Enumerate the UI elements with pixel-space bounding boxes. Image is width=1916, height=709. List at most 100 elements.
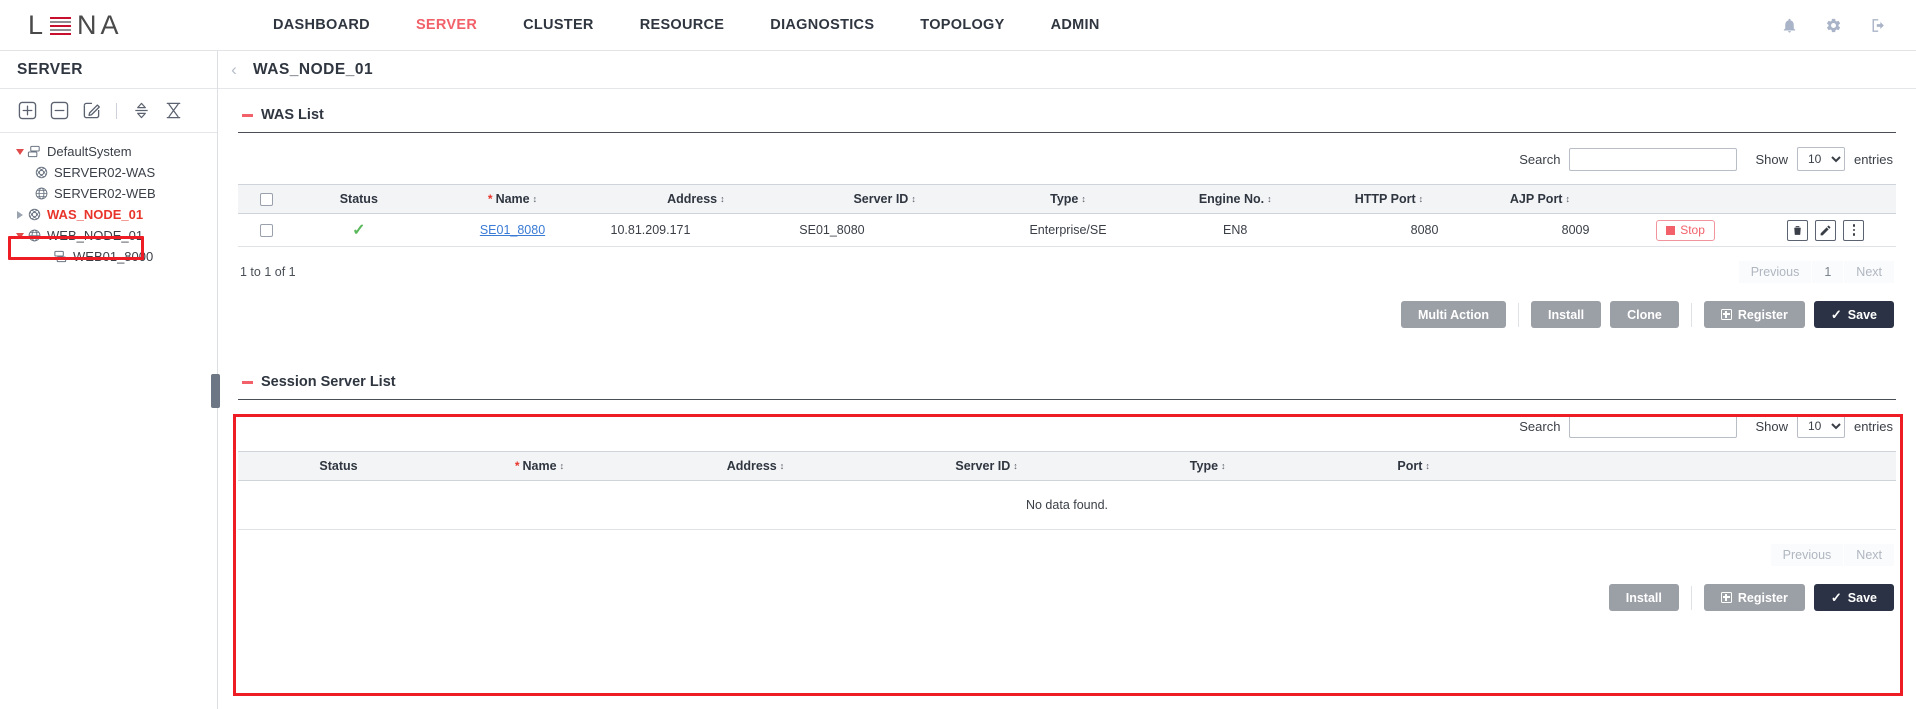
header-name-label: Name [523, 459, 557, 473]
was-pagination: Previous 1 Next [1738, 261, 1894, 283]
clone-button[interactable]: Clone [1610, 301, 1679, 328]
logo-letter-a: A [101, 12, 120, 39]
content-area: WAS List Search Show 10 25 50 100 entrie… [218, 89, 1916, 611]
more-icon[interactable] [1843, 220, 1864, 241]
save-button[interactable]: ✓ Save [1814, 301, 1894, 328]
pagination-page-1[interactable]: 1 [1812, 261, 1843, 283]
caret-down-icon[interactable] [14, 149, 25, 155]
filter-icon[interactable] [164, 101, 183, 120]
pagination-previous[interactable]: Previous [1739, 261, 1812, 283]
tree-node-web-node-01[interactable]: WEB_NODE_01 [0, 225, 217, 246]
app-logo[interactable]: L N A [0, 0, 230, 50]
sort-icon[interactable] [132, 101, 151, 120]
caret-down-icon[interactable] [14, 233, 25, 239]
stop-button[interactable]: Stop [1656, 220, 1715, 241]
header-server-id[interactable]: Server ID↕ [871, 452, 1102, 481]
search-input[interactable] [1569, 148, 1737, 171]
register-button-label: Register [1738, 591, 1788, 605]
session-table-controls: Search Show 10 25 50 100 entries [238, 400, 1896, 451]
header-engine-no[interactable]: Engine No.↕ [1157, 185, 1313, 214]
tree-node-web01-8000[interactable]: WEB01_8000 [0, 246, 217, 267]
sort-arrows-icon: ↕ [911, 195, 916, 204]
sidebar-title: SERVER [0, 51, 217, 89]
register-button[interactable]: Register [1704, 584, 1805, 611]
toolbar-divider [116, 103, 117, 119]
pagination-next[interactable]: Next [1844, 261, 1894, 283]
header-name-label: Name [496, 192, 530, 206]
header-name[interactable]: *Name↕ [424, 185, 602, 214]
tree-node-label: DefaultSystem [47, 144, 132, 159]
header-port[interactable]: Port↕ [1313, 452, 1514, 481]
session-button-bar: Install Register ✓ Save [238, 566, 1896, 611]
tree-node-server02-web[interactable]: SERVER02-WEB [0, 183, 217, 204]
tree-node-server02-was[interactable]: SERVER02-WAS [0, 162, 217, 183]
search-input[interactable] [1569, 415, 1737, 438]
delete-icon[interactable] [1787, 220, 1808, 241]
entries-select[interactable]: 10 25 50 100 [1797, 414, 1845, 438]
select-all-checkbox[interactable] [260, 193, 273, 206]
sort-arrows-icon: ↕ [560, 462, 565, 471]
sort-arrows-icon: ↕ [1081, 195, 1086, 204]
header-name[interactable]: *Name↕ [439, 452, 640, 481]
header-server-id[interactable]: Server ID↕ [790, 185, 979, 214]
page-header: ‹ WAS_NODE_01 [218, 51, 1916, 89]
entries-select[interactable]: 10 25 50 100 [1797, 147, 1845, 171]
add-icon[interactable] [18, 101, 37, 120]
pagination-previous[interactable]: Previous [1771, 544, 1844, 566]
nav-item-cluster[interactable]: CLUSTER [500, 0, 617, 51]
was-list-panel: WAS List Search Show 10 25 50 100 entrie… [238, 89, 1896, 328]
nav-item-admin[interactable]: ADMIN [1028, 0, 1123, 51]
instance-icon [52, 249, 68, 264]
table-row[interactable]: ✓ SE01_8080 10.81.209.171 SE01_8080 Ente… [238, 214, 1896, 247]
multi-action-button[interactable]: Multi Action [1401, 301, 1506, 328]
tree-node-label: SERVER02-WEB [54, 186, 156, 201]
sidebar-collapse-handle[interactable] [211, 374, 220, 408]
gear-icon[interactable] [1824, 17, 1842, 35]
header-address-label: Address [667, 192, 717, 206]
register-button[interactable]: Register [1704, 301, 1805, 328]
sort-arrows-icon: ↕ [1425, 462, 1430, 471]
save-button[interactable]: ✓ Save [1814, 584, 1894, 611]
install-button[interactable]: Install [1531, 301, 1601, 328]
header-engine-no-label: Engine No. [1199, 192, 1264, 206]
page-title: WAS_NODE_01 [253, 61, 373, 79]
remove-icon[interactable] [50, 101, 69, 120]
edit-icon[interactable] [1815, 220, 1836, 241]
row-name-cell: SE01_8080 [424, 214, 602, 247]
header-status[interactable]: Status [294, 185, 423, 214]
header-address[interactable]: Address↕ [602, 185, 791, 214]
header-status-label: Status [319, 459, 357, 473]
sort-arrows-icon: ↕ [1221, 462, 1226, 471]
header-status[interactable]: Status [238, 452, 439, 481]
header-type[interactable]: Type↕ [1102, 452, 1313, 481]
header-address[interactable]: Address↕ [640, 452, 871, 481]
row-checkbox[interactable] [260, 224, 273, 237]
header-ajp-port[interactable]: AJP Port↕ [1464, 185, 1615, 214]
header-http-port[interactable]: HTTP Port↕ [1313, 185, 1464, 214]
bell-icon[interactable] [1780, 17, 1798, 35]
header-spacer [1514, 452, 1896, 481]
server-name-link[interactable]: SE01_8080 [480, 223, 545, 237]
row-address-cell: 10.81.209.171 [602, 214, 791, 247]
nav-item-diagnostics[interactable]: DIAGNOSTICS [747, 0, 897, 51]
pagination-next[interactable]: Next [1844, 544, 1894, 566]
tree-node-was-node-01[interactable]: WAS_NODE_01 [0, 204, 217, 225]
edit-icon[interactable] [82, 101, 101, 120]
collapse-dash-icon[interactable] [242, 114, 253, 117]
header-type[interactable]: Type↕ [979, 185, 1157, 214]
nav-item-dashboard[interactable]: DASHBOARD [250, 0, 393, 51]
nav-item-resource[interactable]: RESOURCE [617, 0, 748, 51]
tree-node-defaultsystem[interactable]: DefaultSystem [0, 141, 217, 162]
install-button[interactable]: Install [1609, 584, 1679, 611]
caret-right-icon[interactable] [14, 211, 25, 219]
tree-node-label: WEB_NODE_01 [47, 228, 143, 243]
session-table-header-row: Status *Name↕ Address↕ Server ID↕ Type↕ … [238, 452, 1896, 481]
logout-icon[interactable] [1868, 17, 1886, 35]
nav-item-topology[interactable]: TOPOLOGY [897, 0, 1027, 51]
session-list-title: Session Server List [238, 356, 1896, 399]
header-ajp-port-label: AJP Port [1510, 192, 1563, 206]
button-divider [1691, 303, 1692, 327]
chevron-left-icon[interactable]: ‹ [218, 60, 250, 80]
collapse-dash-icon[interactable] [242, 381, 253, 384]
nav-item-server[interactable]: SERVER [393, 0, 500, 51]
